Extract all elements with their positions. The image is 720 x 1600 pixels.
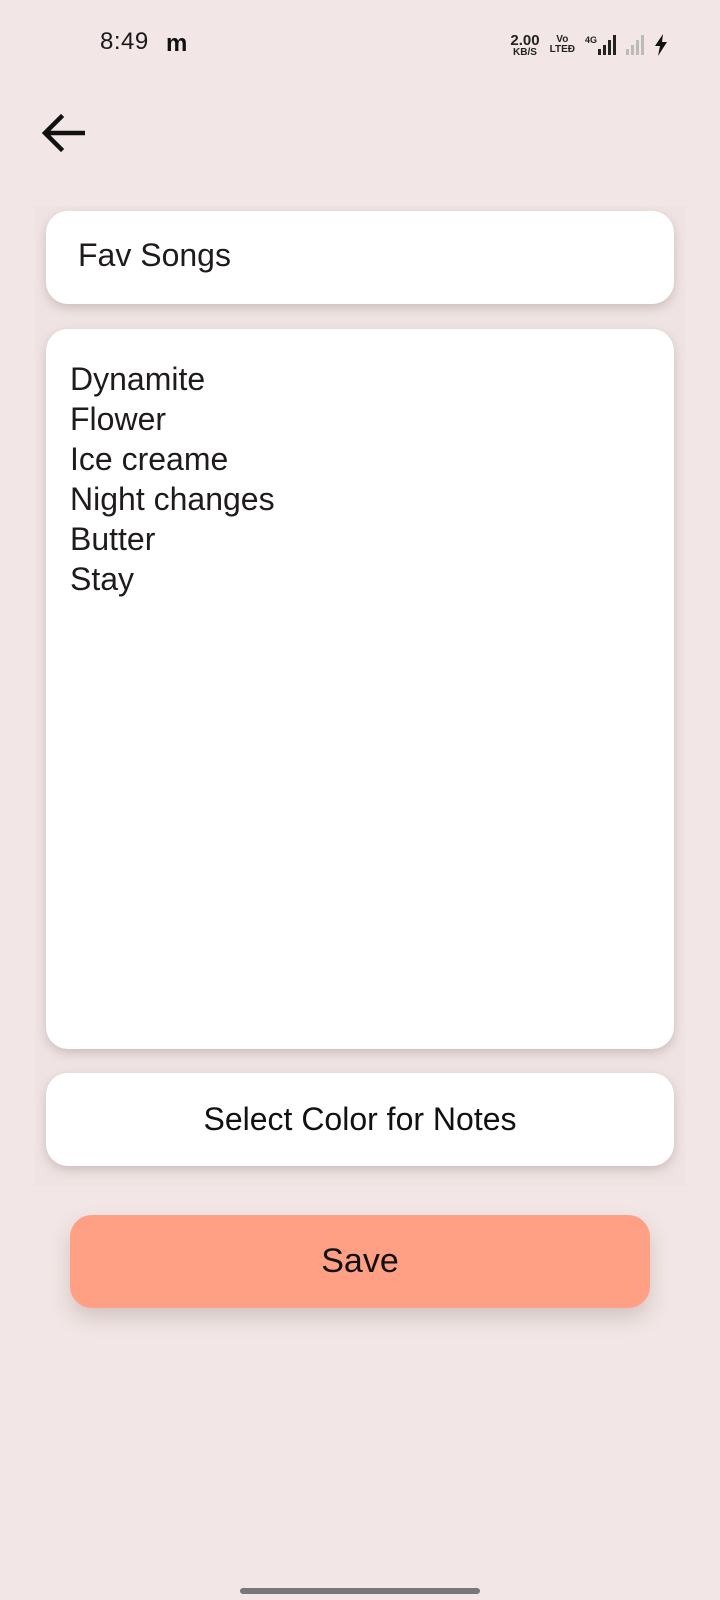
network-speed: 2.00 KB/S: [510, 33, 539, 58]
note-body-line: Dynamite: [70, 361, 206, 397]
signal-icon-sim1: 4G: [585, 35, 616, 55]
volte-bottom: LTEĐ: [549, 44, 575, 55]
status-time: 8:49: [100, 28, 149, 55]
back-button[interactable]: [38, 108, 88, 158]
network-speed-unit: KB/S: [513, 46, 537, 58]
note-body-line: Flower: [70, 401, 167, 437]
note-title-input[interactable]: Fav Songs: [46, 211, 674, 304]
select-color-label: Select Color for Notes: [203, 1101, 517, 1137]
volte-icon: Vo LTEĐ: [550, 35, 575, 55]
bolt-icon: [655, 34, 667, 56]
save-button-label: Save: [321, 1242, 399, 1280]
app-notification-icon: m: [166, 30, 188, 57]
note-body-line: Butter: [70, 521, 156, 557]
signal-icon-sim2: [626, 35, 644, 55]
network-speed-value: 2.00: [510, 31, 540, 49]
note-body-line: Ice creame: [70, 441, 229, 477]
note-body-line: Night changes: [70, 481, 275, 517]
network-type: 4G: [584, 35, 597, 45]
status-bar: 8:49 m 2.00 KB/S Vo LTEĐ 4G: [0, 0, 720, 90]
note-body-line: Stay: [70, 561, 135, 597]
arrow-left-icon: [41, 113, 85, 153]
status-icons: 2.00 KB/S Vo LTEĐ 4G: [510, 30, 668, 60]
save-button[interactable]: Save: [70, 1215, 650, 1308]
select-color-button[interactable]: Select Color for Notes: [46, 1073, 674, 1166]
note-body-input[interactable]: Dynamite Flower Ice creame Night changes…: [46, 329, 674, 1049]
home-indicator[interactable]: [240, 1588, 480, 1594]
